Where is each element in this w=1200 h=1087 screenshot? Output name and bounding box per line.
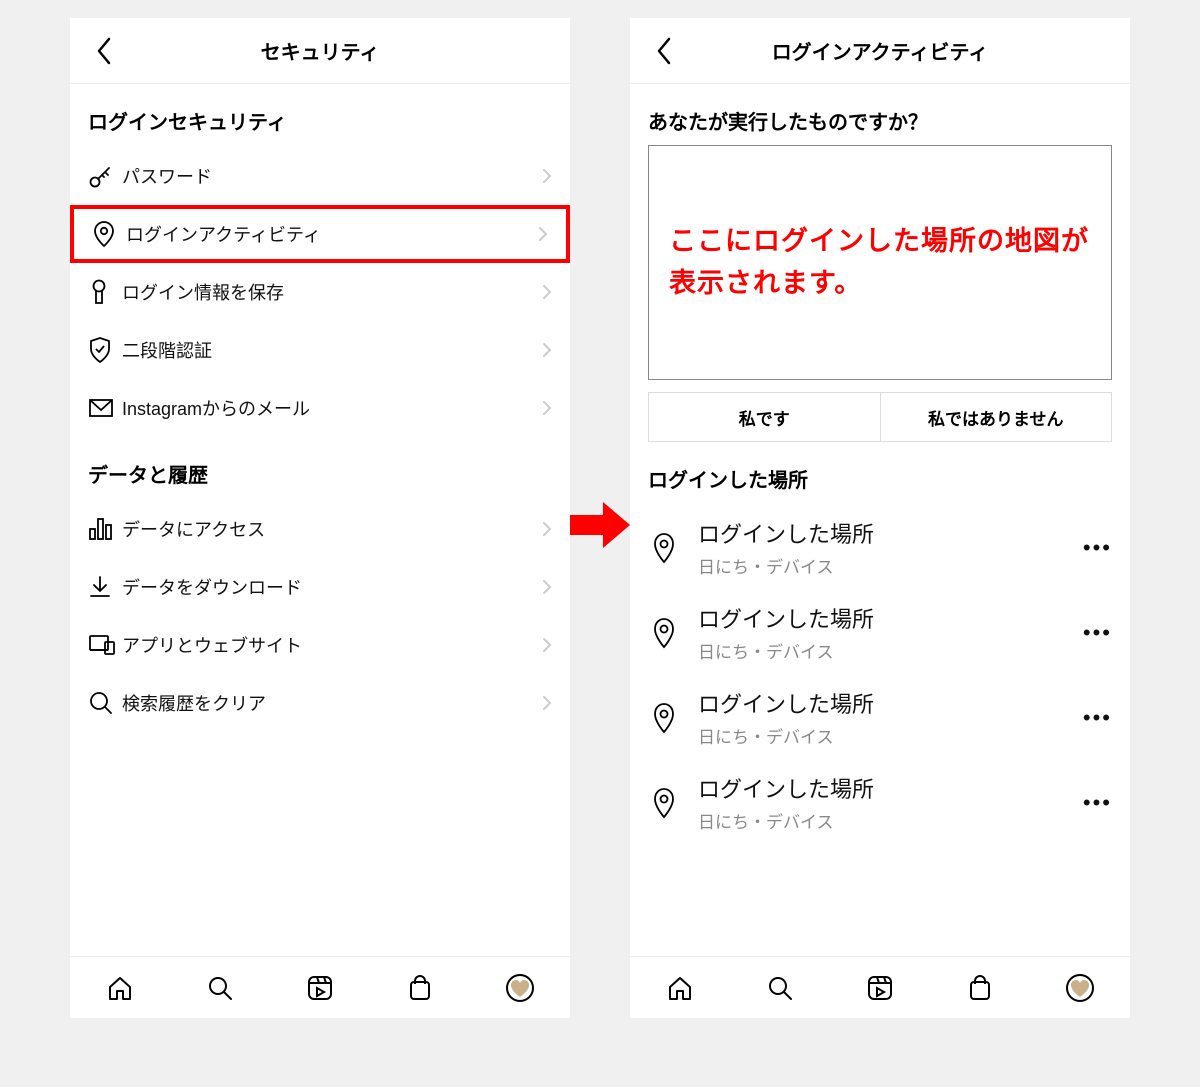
location-pin-icon [648, 702, 680, 734]
download-icon [88, 575, 122, 599]
chevron-right-icon [542, 342, 552, 358]
row-clear-search-history[interactable]: 検索履歴をクリア [70, 674, 570, 732]
row-label: Instagramからのメール [122, 395, 542, 421]
row-label: データにアクセス [122, 516, 542, 542]
nav-activity[interactable] [1063, 971, 1097, 1005]
content: ログインセキュリティ パスワード ログインアクティビティ ログイン情報を保存 [70, 84, 570, 956]
header: ログインアクティビティ [630, 18, 1130, 84]
row-label: ログインアクティビティ [126, 221, 538, 247]
nav-shop[interactable] [403, 971, 437, 1005]
login-location-name: ログインした場所 [698, 687, 1065, 719]
login-item-text: ログインした場所 日にち・デバイス [698, 687, 1065, 748]
login-location-item[interactable]: ログインした場所 日にち・デバイス ••• [648, 675, 1112, 760]
login-locations-list: ログインした場所 日にち・デバイス ••• ログインした場所 日にち・デバイス … [630, 505, 1130, 845]
location-pin-icon [648, 532, 680, 564]
page-title: ログインアクティビティ [772, 36, 989, 65]
bar-chart-icon [88, 517, 122, 541]
more-options-icon[interactable]: ••• [1083, 705, 1112, 731]
row-save-login-info[interactable]: ログイン情報を保存 [70, 263, 570, 321]
nav-search[interactable] [763, 971, 797, 1005]
login-location-detail: 日にち・デバイス [698, 553, 1065, 578]
row-label: データをダウンロード [122, 574, 542, 600]
button-label: 私ではありません [928, 405, 1064, 430]
chevron-right-icon [542, 579, 552, 595]
row-emails-from-instagram[interactable]: Instagramからのメール [70, 379, 570, 437]
login-location-name: ログインした場所 [698, 602, 1065, 634]
row-login-activity[interactable]: ログインアクティビティ [70, 205, 570, 263]
screen-security: セキュリティ ログインセキュリティ パスワード ログインアクティビティ ログイン… [70, 18, 570, 1018]
login-location-name: ログインした場所 [698, 772, 1065, 804]
row-label: パスワード [122, 163, 542, 189]
map-placeholder-box: ここにログインした場所の地図が表示されます。 [648, 145, 1112, 380]
row-access-data[interactable]: データにアクセス [70, 500, 570, 558]
chevron-right-icon [538, 226, 548, 242]
login-location-name: ログインした場所 [698, 517, 1065, 549]
login-item-text: ログインした場所 日にち・デバイス [698, 772, 1065, 833]
more-options-icon[interactable]: ••• [1083, 620, 1112, 646]
chevron-left-icon [655, 37, 673, 65]
login-location-item[interactable]: ログインした場所 日にち・デバイス ••• [648, 590, 1112, 675]
nav-reels[interactable] [303, 971, 337, 1005]
chevron-right-icon [542, 637, 552, 653]
login-location-detail: 日にち・デバイス [698, 808, 1065, 833]
row-password[interactable]: パスワード [70, 147, 570, 205]
back-button[interactable] [84, 31, 124, 71]
more-options-icon[interactable]: ••• [1083, 790, 1112, 816]
login-location-detail: 日にち・デバイス [698, 638, 1065, 663]
content: あなたが実行したものですか？ ここにログインした場所の地図が表示されます。 私で… [630, 84, 1130, 956]
login-location-detail: 日にち・デバイス [698, 723, 1065, 748]
row-apps-and-websites[interactable]: アプリとウェブサイト [70, 616, 570, 674]
arrow-right-icon [565, 490, 635, 560]
chevron-right-icon [542, 521, 552, 537]
bottom-nav [630, 956, 1130, 1018]
chevron-right-icon [542, 695, 552, 711]
row-two-factor-auth[interactable]: 二段階認証 [70, 321, 570, 379]
row-label: ログイン情報を保存 [122, 279, 542, 305]
keyhole-icon [88, 278, 122, 306]
row-download-data[interactable]: データをダウンロード [70, 558, 570, 616]
bottom-nav [70, 956, 570, 1018]
login-location-item[interactable]: ログインした場所 日にち・デバイス ••• [648, 505, 1112, 590]
login-locations-title: ログインした場所 [630, 442, 1130, 505]
more-options-icon[interactable]: ••• [1083, 535, 1112, 561]
chevron-right-icon [542, 284, 552, 300]
row-label: 二段階認証 [122, 337, 542, 363]
button-this-was-me[interactable]: 私です [649, 393, 881, 441]
shield-check-icon [88, 336, 122, 364]
search-icon [88, 690, 122, 716]
nav-home[interactable] [663, 971, 697, 1005]
button-this-wasnt-me[interactable]: 私ではありません [881, 393, 1112, 441]
header: セキュリティ [70, 18, 570, 84]
nav-reels[interactable] [863, 971, 897, 1005]
screen-login-activity: ログインアクティビティ あなたが実行したものですか？ ここにログインした場所の地… [630, 18, 1130, 1018]
back-button[interactable] [644, 31, 684, 71]
row-label: アプリとウェブサイト [122, 632, 542, 658]
chevron-left-icon [95, 37, 113, 65]
chevron-right-icon [542, 400, 552, 416]
nav-home[interactable] [103, 971, 137, 1005]
section-data-history-title: データと履歴 [70, 437, 570, 500]
row-label: 検索履歴をクリア [122, 690, 542, 716]
login-item-text: ログインした場所 日にち・デバイス [698, 602, 1065, 663]
location-pin-icon [92, 220, 126, 248]
prompt-question: あなたが実行したものですか？ [630, 84, 1130, 145]
key-icon [88, 163, 122, 189]
chevron-right-icon [542, 168, 552, 184]
login-location-item[interactable]: ログインした場所 日にち・デバイス ••• [648, 760, 1112, 845]
login-item-text: ログインした場所 日にち・デバイス [698, 517, 1065, 578]
page-title: セキュリティ [261, 36, 380, 65]
devices-icon [88, 634, 122, 656]
nav-activity[interactable] [503, 971, 537, 1005]
section-login-security-title: ログインセキュリティ [70, 84, 570, 147]
map-placeholder-text: ここにログインした場所の地図が表示されます。 [669, 221, 1091, 305]
location-pin-icon [648, 787, 680, 819]
mail-icon [88, 398, 122, 418]
location-pin-icon [648, 617, 680, 649]
confirm-buttons: 私です 私ではありません [648, 392, 1112, 442]
button-label: 私です [739, 405, 790, 430]
nav-search[interactable] [203, 971, 237, 1005]
nav-shop[interactable] [963, 971, 997, 1005]
